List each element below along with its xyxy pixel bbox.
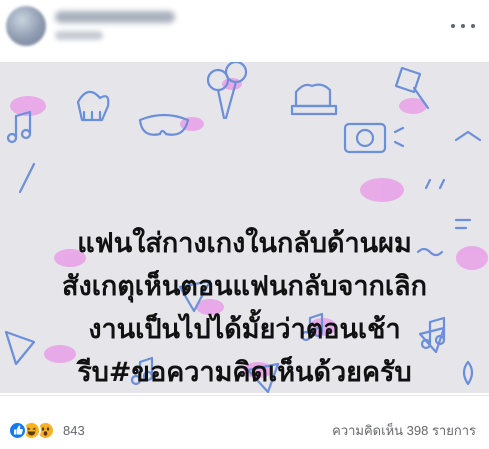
avatar[interactable] [6,6,46,46]
post-text-line: สังเกตุเห็นตอนแฟนกลับจากเลิก [62,271,427,302]
reaction-count[interactable]: 843 [63,423,85,438]
author-name[interactable] [55,11,175,23]
post-timestamp[interactable] [55,31,103,40]
comments-count[interactable]: ความคิดเห็น 398 รายการ [332,420,476,441]
post-text-line: งานเป็นไปได้มั้ยว่าตอนเช้า [88,314,401,345]
post-header [0,0,489,60]
post-image-text: แฟนใส่กางเกงในกลับด้านผม สังเกตุเห็นตอนแ… [0,222,489,393]
reactions-summary[interactable]: 843 [8,419,85,441]
post-card: แฟนใส่กางเกงในกลับด้านผม สังเกตุเห็นตอนแ… [0,0,489,449]
post-text-line: รีบ#ขอความคิดเห็นด้วยครับ [77,357,412,388]
divider [0,395,489,396]
post-text-line: แฟนใส่กางเกงในกลับด้านผม [77,228,412,259]
like-icon [8,420,27,440]
more-options-icon[interactable] [451,18,475,34]
post-image[interactable]: แฟนใส่กางเกงในกลับด้านผม สังเกตุเห็นตอนแ… [0,62,489,393]
